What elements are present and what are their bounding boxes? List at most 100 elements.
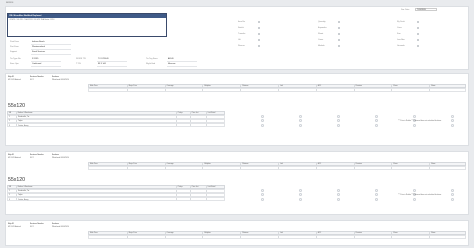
field-value[interactable]: Fixed Services [32, 51, 45, 53]
status-indicator[interactable] [375, 123, 378, 127]
column-input-cell[interactable] [202, 166, 240, 169]
status-indicator[interactable] [413, 197, 416, 201]
checkbox[interactable] [338, 38, 341, 42]
column-header: Flows [391, 163, 429, 165]
column-input-cell[interactable] [353, 88, 392, 91]
status-indicator[interactable] [375, 197, 378, 201]
column-input-cell[interactable] [202, 88, 240, 91]
status-indicator[interactable] [299, 197, 302, 201]
status-indicator[interactable] [375, 115, 378, 119]
status-indicator[interactable] [375, 119, 378, 123]
status-indicator[interactable] [337, 123, 340, 127]
checkbox[interactable] [417, 44, 420, 48]
status-indicator[interactable] [451, 119, 454, 123]
columns-input-row[interactable] [88, 165, 467, 170]
status-indicator[interactable] [375, 193, 378, 197]
status-indicator[interactable] [413, 115, 416, 119]
checkbox[interactable] [417, 26, 420, 30]
status-indicator[interactable] [375, 189, 378, 193]
columns-input-row[interactable] [88, 234, 467, 239]
status-indicator[interactable] [261, 115, 264, 119]
status-indicator[interactable] [261, 119, 264, 123]
column-input-cell[interactable] [89, 167, 127, 170]
status-indicator[interactable] [337, 193, 340, 197]
detail-value[interactable]: R 1185 [32, 58, 38, 60]
status-indicator[interactable] [299, 123, 302, 127]
column-input-cell[interactable] [240, 166, 278, 169]
columns-input-row[interactable] [88, 87, 467, 92]
note-card[interactable]: RE: Microfilter Modified Replaced 4/26/2… [7, 13, 167, 37]
doc-date-field[interactable]: 7/26/2020 [415, 7, 437, 11]
column-input-cell[interactable] [391, 88, 429, 91]
checkbox[interactable] [258, 20, 261, 24]
meta-ship-value[interactable]: MY-1019 Admiral [8, 226, 21, 228]
column-input-cell[interactable] [202, 235, 240, 238]
status-indicator[interactable] [451, 123, 454, 127]
status-indicator[interactable] [337, 189, 340, 193]
status-indicator[interactable] [299, 189, 302, 193]
status-indicator[interactable] [337, 119, 340, 123]
column-input-cell[interactable] [429, 166, 467, 169]
detail-value[interactable]: Confirmed [32, 63, 41, 65]
checkbox[interactable] [258, 44, 261, 48]
column-input-cell[interactable] [126, 88, 165, 91]
column-header-label: Flows [431, 232, 436, 234]
status-indicator[interactable] [451, 197, 454, 201]
table-row[interactable]: 3 Cartier, Henry [7, 122, 225, 128]
column-input-cell[interactable] [315, 166, 354, 169]
status-indicator[interactable] [261, 123, 264, 127]
column-input-cell[interactable] [164, 235, 203, 238]
status-indicator[interactable] [261, 193, 264, 197]
column-input-cell[interactable] [429, 235, 467, 238]
checkbox[interactable] [258, 38, 261, 42]
status-indicator[interactable] [299, 193, 302, 197]
column-input-cell[interactable] [278, 166, 316, 169]
column-input-cell[interactable] [391, 235, 429, 238]
column-input-cell[interactable] [353, 166, 392, 169]
checkbox[interactable] [338, 32, 341, 36]
status-indicator[interactable] [451, 115, 454, 119]
column-input-cell[interactable] [315, 235, 354, 238]
column-input-cell[interactable] [126, 166, 165, 169]
table-row[interactable]: 3 Cartier, Henry [7, 196, 225, 202]
detail-value[interactable]: Moscow [168, 63, 175, 65]
status-indicator[interactable] [451, 189, 454, 193]
detail-value[interactable]: AR-69 [168, 58, 174, 60]
status-indicator[interactable] [261, 189, 264, 193]
status-indicator[interactable] [337, 197, 340, 201]
checkbox[interactable] [258, 32, 261, 36]
status-indicator[interactable] [299, 119, 302, 123]
checkbox[interactable] [338, 20, 341, 24]
detail-value[interactable]: TC-1233-09 [98, 58, 109, 60]
checkbox[interactable] [417, 38, 420, 42]
status-indicator[interactable] [261, 197, 264, 201]
checkbox[interactable] [417, 32, 420, 36]
column-input-cell[interactable] [278, 88, 316, 91]
column-input-cell[interactable] [278, 235, 316, 238]
column-input-cell[interactable] [315, 88, 354, 91]
column-input-cell[interactable] [164, 166, 203, 169]
column-input-cell[interactable] [391, 166, 429, 169]
status-indicator[interactable] [413, 189, 416, 193]
checkbox[interactable] [338, 44, 341, 48]
checkbox[interactable] [338, 26, 341, 30]
column-input-cell[interactable] [429, 88, 467, 91]
status-indicator[interactable] [299, 115, 302, 119]
status-indicator[interactable] [413, 123, 416, 127]
column-input-cell[interactable] [89, 236, 127, 239]
column-input-cell[interactable] [164, 88, 203, 91]
column-input-cell[interactable] [89, 89, 127, 92]
column-input-cell[interactable] [240, 88, 278, 91]
field-value[interactable]: Westmoreland [32, 46, 45, 48]
detail-value[interactable]: 88 3 144 [98, 63, 106, 65]
field-value[interactable]: Indiana Beach [32, 41, 45, 43]
meta-ship-value[interactable]: MY-1019 Admiral [8, 157, 21, 159]
status-indicator[interactable] [451, 193, 454, 197]
meta-ship-value[interactable]: MY-1019 Admiral [8, 79, 21, 81]
column-input-cell[interactable] [353, 235, 392, 238]
checkbox[interactable] [258, 26, 261, 30]
column-input-cell[interactable] [126, 235, 165, 238]
column-input-cell[interactable] [240, 235, 278, 238]
checkbox[interactable] [417, 20, 420, 24]
status-indicator[interactable] [337, 115, 340, 119]
